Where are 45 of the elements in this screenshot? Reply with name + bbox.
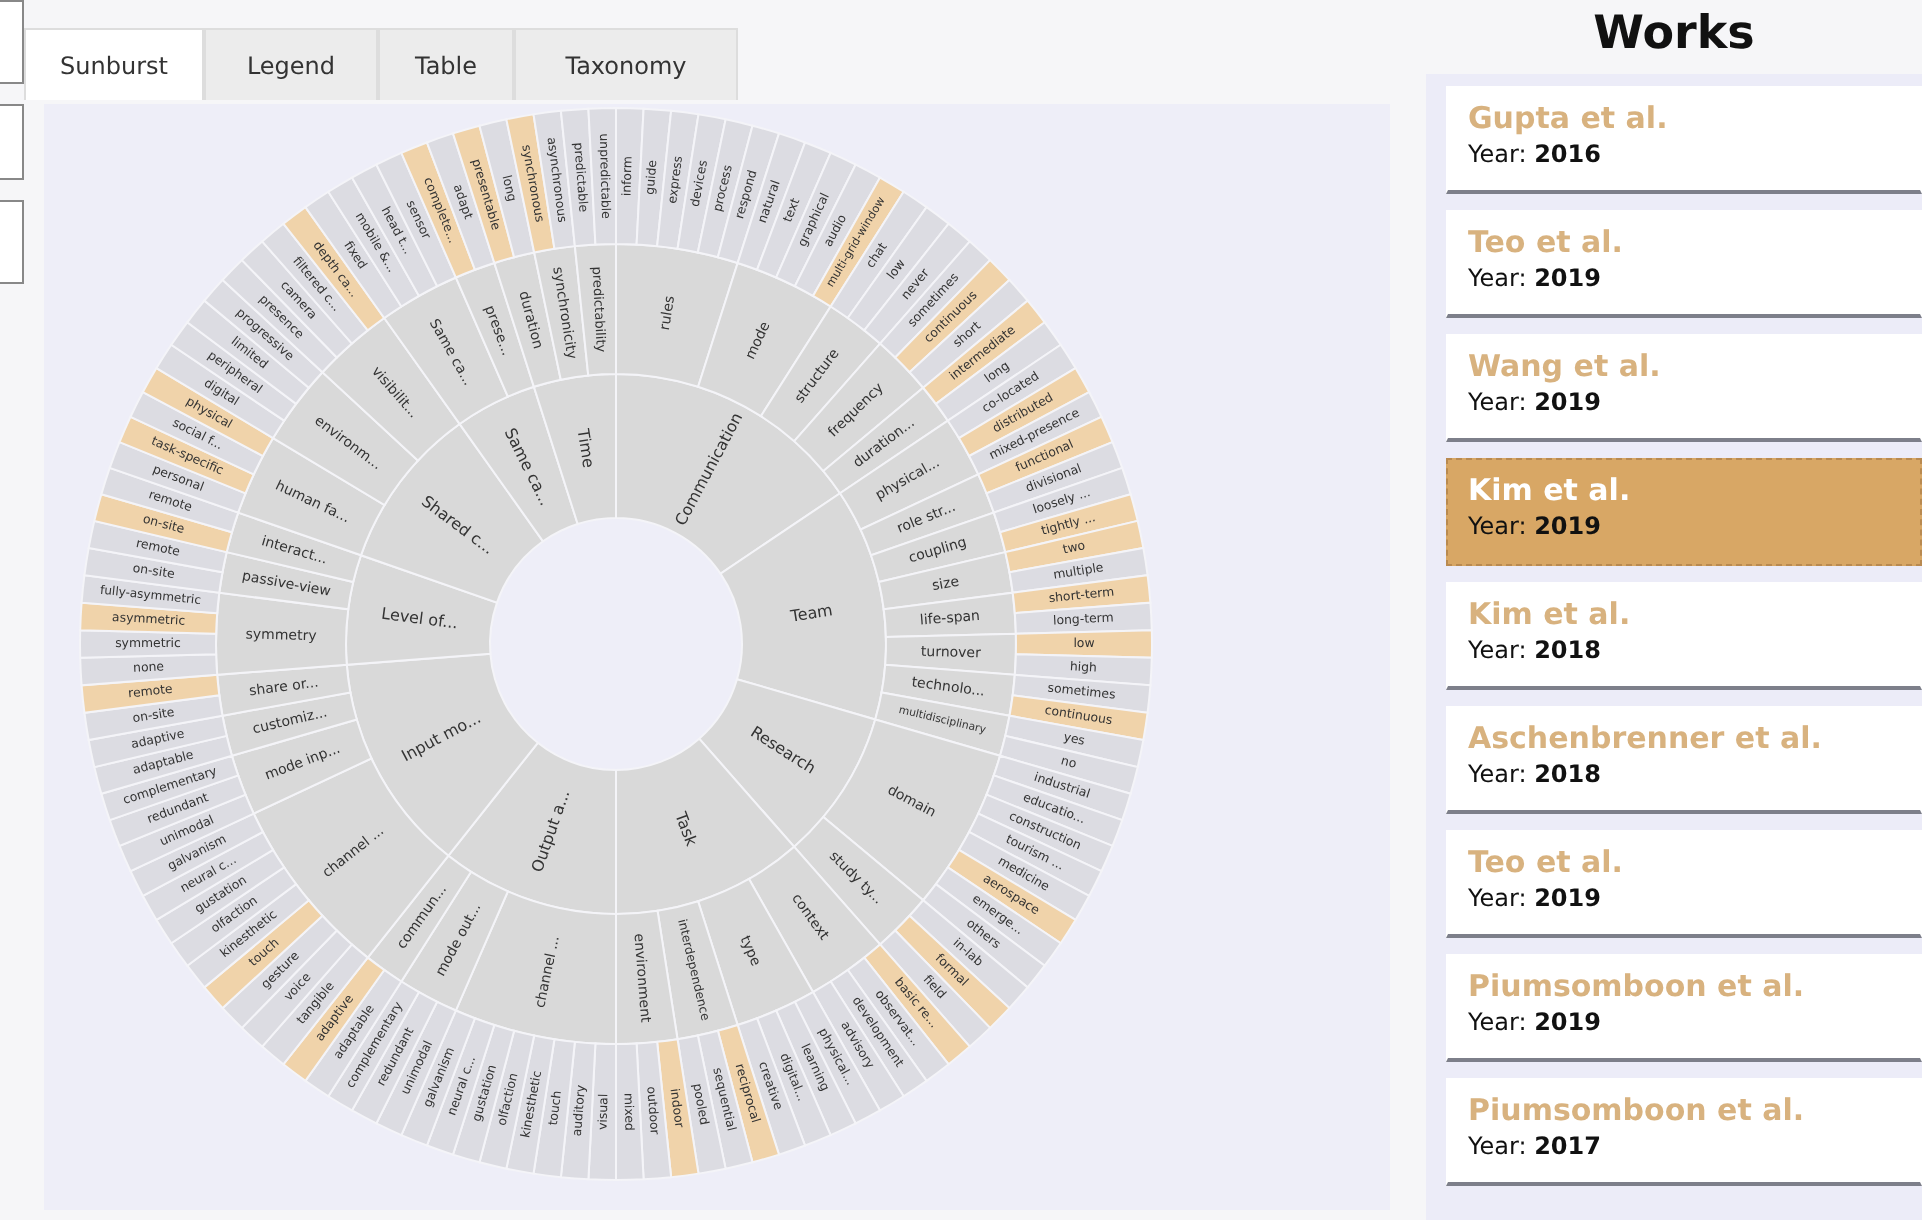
work-card[interactable]: Piumsomboon et al. Year: 2019 bbox=[1446, 954, 1922, 1062]
segment-label: Level of... bbox=[380, 604, 459, 633]
panel-edge bbox=[0, 200, 24, 284]
work-year: Year: 2019 bbox=[1468, 512, 1603, 540]
work-card[interactable]: Gupta et al. Year: 2016 bbox=[1446, 86, 1922, 194]
sunburst-segment[interactable] bbox=[615, 909, 679, 1045]
segment-label: Time bbox=[573, 427, 598, 470]
works-heading: Works bbox=[1591, 6, 1757, 64]
work-author: Gupta et al. bbox=[1468, 100, 1670, 136]
tab[interactable]: Table bbox=[378, 28, 514, 100]
work-card[interactable]: Teo et al. Year: 2019 bbox=[1446, 830, 1922, 938]
sunburst-segment[interactable] bbox=[999, 734, 1139, 795]
sunburst-segment[interactable] bbox=[272, 371, 419, 506]
work-card[interactable]: Kim et al. Year: 2019 bbox=[1446, 458, 1922, 566]
work-card[interactable]: Kim et al. Year: 2018 bbox=[1446, 582, 1922, 690]
work-author: Wang et al. bbox=[1468, 348, 1663, 384]
work-year: Year: 2016 bbox=[1468, 140, 1603, 168]
work-author: Kim et al. bbox=[1468, 596, 1633, 632]
sunburst-segment[interactable] bbox=[573, 243, 617, 377]
segment-label: Team bbox=[789, 601, 834, 626]
work-author: Aschenbrenner et al. bbox=[1468, 720, 1824, 756]
work-year: Year: 2019 bbox=[1468, 388, 1603, 416]
work-card[interactable]: Piumsomboon et al. Year: 2017 bbox=[1446, 1078, 1922, 1186]
panel-edge bbox=[0, 104, 24, 180]
panel-edge bbox=[0, 0, 24, 84]
tab[interactable]: Sunburst bbox=[24, 28, 204, 100]
work-author: Piumsomboon et al. bbox=[1468, 1092, 1807, 1128]
work-author: Teo et al. bbox=[1468, 844, 1625, 880]
work-card[interactable]: Teo et al. Year: 2019 bbox=[1446, 210, 1922, 318]
segment-label: Input mo... bbox=[398, 708, 484, 766]
work-author: Piumsomboon et al. bbox=[1468, 968, 1807, 1004]
work-card[interactable]: Wang et al. Year: 2019 bbox=[1446, 334, 1922, 442]
work-year: Year: 2018 bbox=[1468, 760, 1603, 788]
tab[interactable]: Taxonomy bbox=[514, 28, 738, 100]
work-author: Kim et al. bbox=[1468, 472, 1633, 508]
work-card[interactable]: Aschenbrenner et al. Year: 2018 bbox=[1446, 706, 1922, 814]
work-year: Year: 2019 bbox=[1468, 884, 1603, 912]
work-year: Year: 2019 bbox=[1468, 1008, 1603, 1036]
work-year: Year: 2019 bbox=[1468, 264, 1603, 292]
segment-label: Same ca... bbox=[500, 425, 555, 509]
segment-label: Task bbox=[671, 809, 701, 849]
work-year: Year: 2017 bbox=[1468, 1132, 1603, 1160]
tab[interactable]: Legend bbox=[204, 28, 378, 100]
work-author: Teo et al. bbox=[1468, 224, 1625, 260]
work-year: Year: 2018 bbox=[1468, 636, 1603, 664]
